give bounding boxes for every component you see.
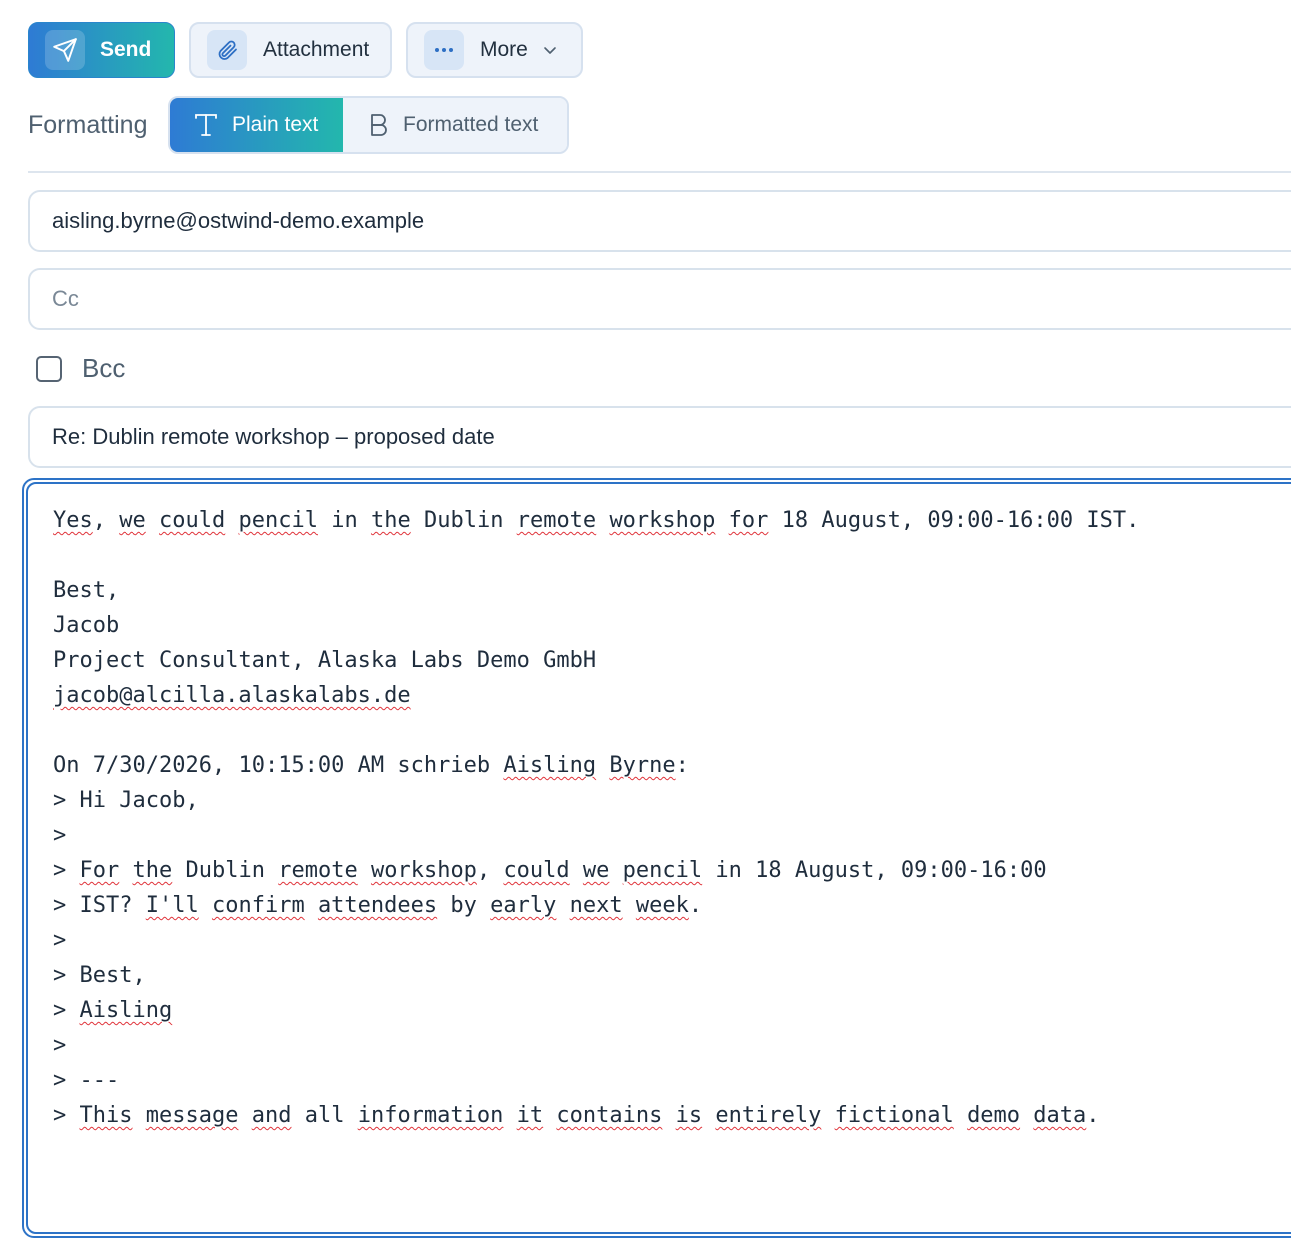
bcc-row: Bcc xyxy=(36,353,125,384)
spellcheck-flagged-word[interactable]: attendees xyxy=(318,893,437,918)
spellcheck-flagged-word[interactable]: data xyxy=(1033,1103,1086,1128)
spellcheck-flagged-word[interactable]: Byrne xyxy=(609,753,675,778)
attachment-button[interactable]: Attachment xyxy=(189,22,392,78)
body-line: > xyxy=(53,928,67,953)
body-line: > Best, xyxy=(53,963,146,988)
spellcheck-flagged-word[interactable]: pencil xyxy=(238,508,317,533)
spellcheck-flagged-word[interactable]: we xyxy=(119,508,146,533)
spellcheck-flagged-word[interactable]: contains xyxy=(556,1103,662,1128)
spellcheck-flagged-word[interactable]: jacob@alcilla.alaskalabs.de xyxy=(53,683,411,708)
spellcheck-flagged-word[interactable]: the xyxy=(371,508,411,533)
spellcheck-flagged-word[interactable]: This xyxy=(80,1103,133,1128)
cc-field[interactable] xyxy=(28,268,1291,330)
send-label: Send xyxy=(100,38,152,61)
spellcheck-flagged-word[interactable]: pencil xyxy=(623,858,702,883)
formatted-text-label: Formatted text xyxy=(403,113,539,136)
message-body-editor[interactable]: Yes, we could pencil in the Dublin remot… xyxy=(22,478,1291,1238)
spellcheck-flagged-word[interactable]: the xyxy=(133,858,173,883)
spellcheck-flagged-word[interactable]: information xyxy=(358,1103,504,1128)
body-line: > For the Dublin remote workshop, could … xyxy=(53,858,1047,883)
format-toggle: Plain text Formatted text xyxy=(168,96,569,154)
spellcheck-flagged-word[interactable]: remote xyxy=(278,858,357,883)
spellcheck-flagged-word[interactable]: workshop xyxy=(371,858,477,883)
spellcheck-flagged-word[interactable]: remote xyxy=(517,508,596,533)
send-icon-box xyxy=(45,30,85,70)
spellcheck-flagged-word[interactable]: Aisling xyxy=(503,753,596,778)
paperclip-icon xyxy=(218,40,237,60)
spellcheck-flagged-word[interactable]: we xyxy=(583,858,610,883)
spellcheck-flagged-word[interactable]: it xyxy=(517,1103,544,1128)
plain-text-label: Plain text xyxy=(232,113,319,136)
spellcheck-flagged-word[interactable]: could xyxy=(159,508,225,533)
subject-field[interactable] xyxy=(28,406,1291,468)
to-field[interactable] xyxy=(28,190,1291,252)
spellcheck-flagged-word[interactable]: For xyxy=(80,858,120,883)
spellcheck-flagged-word[interactable]: demo xyxy=(967,1103,1020,1128)
formatting-label: Formatting xyxy=(28,110,148,139)
body-line: > Hi Jacob, xyxy=(53,788,199,813)
spellcheck-flagged-word[interactable]: could xyxy=(503,858,569,883)
body-line: jacob@alcilla.alaskalabs.de xyxy=(53,683,411,708)
spellcheck-flagged-word[interactable]: confirm xyxy=(212,893,305,918)
body-line: Jacob xyxy=(53,613,120,638)
formatting-row: Formatting Plain text Formatted text xyxy=(28,96,569,154)
text-t-icon xyxy=(194,112,218,138)
body-line: > This message and all information it co… xyxy=(53,1103,1100,1128)
spellcheck-flagged-word[interactable]: for xyxy=(729,508,769,533)
ellipsis-icon xyxy=(435,48,453,52)
spellcheck-flagged-word[interactable]: and xyxy=(252,1103,292,1128)
send-button[interactable]: Send xyxy=(28,22,175,78)
more-icon-box xyxy=(424,30,464,70)
spellcheck-flagged-word[interactable]: entirely xyxy=(715,1103,821,1128)
spellcheck-flagged-word[interactable]: early xyxy=(490,893,556,918)
spellcheck-flagged-word[interactable]: message xyxy=(146,1103,239,1128)
attachment-label: Attachment xyxy=(263,38,370,61)
body-line: > xyxy=(53,823,67,848)
spellcheck-flagged-word[interactable]: Yes xyxy=(53,508,93,533)
bcc-checkbox[interactable] xyxy=(36,355,62,382)
paper-plane-icon xyxy=(53,38,77,62)
body-line: Yes, we could pencil in the Dublin remot… xyxy=(53,508,1140,533)
body-line: Project Consultant, Alaska Labs Demo Gmb… xyxy=(53,648,597,673)
more-button[interactable]: More xyxy=(406,22,583,78)
spellcheck-flagged-word[interactable]: Aisling xyxy=(80,998,173,1023)
body-line: > IST? I'll confirm attendees by early n… xyxy=(53,893,703,918)
spellcheck-flagged-word[interactable]: week xyxy=(636,893,689,918)
spellcheck-flagged-word[interactable]: I'll xyxy=(146,893,199,918)
compose-toolbar: Send Attachment More xyxy=(28,22,583,78)
toolbar-divider xyxy=(28,171,1291,173)
plain-text-option[interactable]: Plain text xyxy=(170,98,343,152)
more-label: More xyxy=(480,38,528,61)
body-line: Best, xyxy=(53,578,120,603)
spellcheck-flagged-word[interactable]: next xyxy=(570,893,623,918)
chevron-down-icon xyxy=(542,42,558,58)
bold-b-icon xyxy=(369,112,389,138)
bcc-label[interactable]: Bcc xyxy=(82,353,125,384)
body-line: > --- xyxy=(53,1068,120,1093)
attachment-icon-box xyxy=(207,30,247,70)
spellcheck-flagged-word[interactable]: is xyxy=(676,1103,703,1128)
spellcheck-flagged-word[interactable]: fictional xyxy=(835,1103,954,1128)
body-line: > xyxy=(53,1033,67,1058)
body-line: > Aisling xyxy=(53,998,173,1023)
message-body-text[interactable]: Yes, we could pencil in the Dublin remot… xyxy=(53,503,1139,1133)
spellcheck-flagged-word[interactable]: workshop xyxy=(609,508,715,533)
formatted-text-option[interactable]: Formatted text xyxy=(343,98,567,152)
body-line: On 7/30/2026, 10:15:00 AM schrieb Aislin… xyxy=(53,753,689,778)
